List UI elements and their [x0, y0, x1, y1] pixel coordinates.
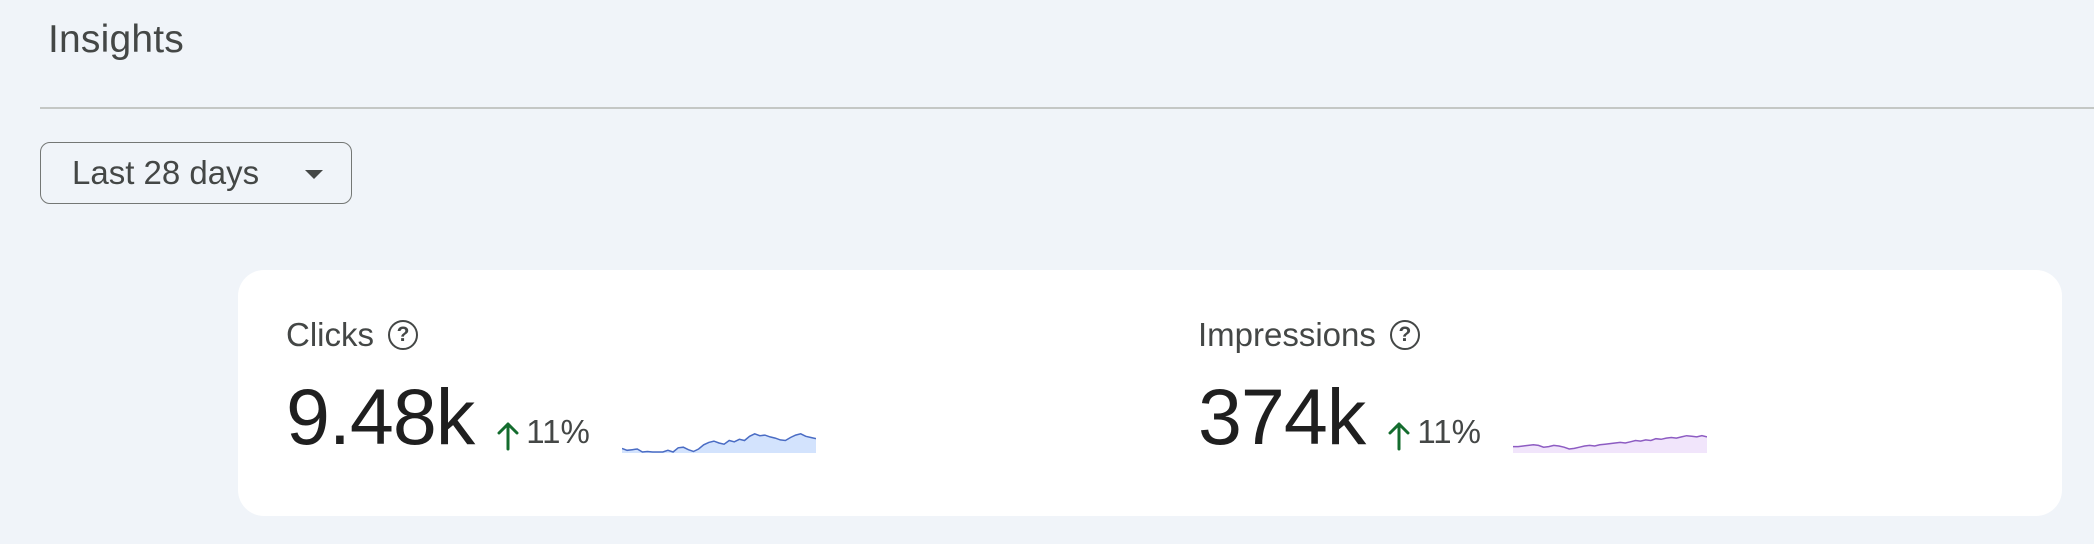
clicks-sparkline [621, 432, 816, 453]
date-range-dropdown[interactable]: Last 28 days [40, 142, 352, 204]
delta-text: 11% [526, 413, 590, 450]
metric-delta: 11% [1387, 413, 1481, 451]
metric-delta: 11% [496, 413, 590, 451]
help-icon[interactable]: ? [1389, 320, 1420, 350]
metric-value: 374k [1198, 372, 1366, 461]
header-divider [40, 107, 2094, 109]
metric-value: 9.48k [286, 372, 475, 461]
metric-clicks: Clicks ? 9.48k 11% [286, 315, 816, 457]
page-title: Insights [48, 18, 185, 61]
help-icon[interactable]: ? [388, 320, 418, 350]
date-range-label: Last 28 days [72, 154, 260, 191]
insights-page: Insights Last 28 days Clicks ? 9.48k 11% [0, 0, 2094, 544]
metrics-card: Clicks ? 9.48k 11% Impressions ? 374k 11… [238, 270, 2062, 516]
metric-name: Clicks [286, 316, 374, 353]
impressions-sparkline [1512, 434, 1707, 453]
caret-down-icon [305, 170, 323, 179]
metric-name: Impressions [1198, 316, 1376, 353]
delta-text: 11% [1417, 413, 1481, 450]
arrow-up-icon [1388, 422, 1410, 451]
metric-impressions: Impressions ? 374k 11% [1198, 315, 1707, 457]
arrow-up-icon [497, 422, 519, 451]
